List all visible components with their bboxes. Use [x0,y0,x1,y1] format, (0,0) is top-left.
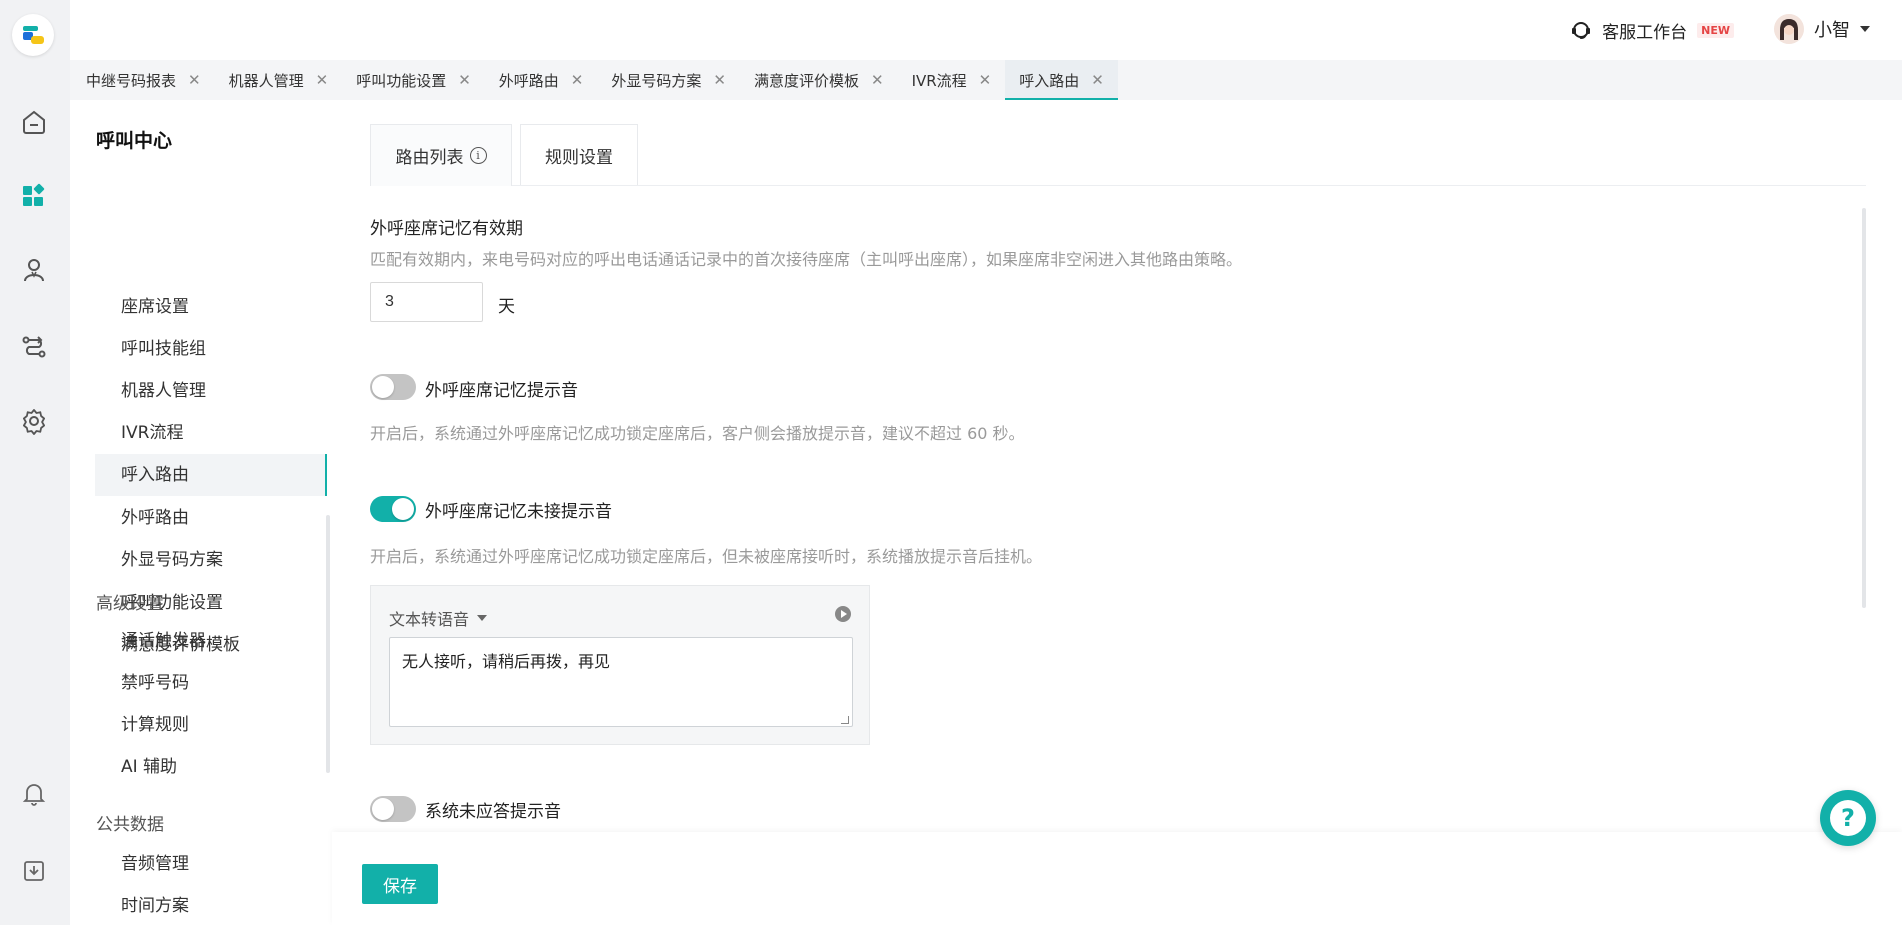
route-icon[interactable] [18,331,50,363]
toggle-knob [372,376,394,398]
tab-label: 中继号码报表 [86,71,177,90]
memory-unanswered-toggle[interactable] [370,496,416,522]
tab-robot-management[interactable]: 机器人管理 ✕ [215,60,343,100]
tab-inbound-routing[interactable]: 呼入路由 ✕ [1005,60,1118,100]
help-button[interactable]: ? [1820,790,1876,846]
memory-validity-label: 外呼座席记忆有效期 [370,219,523,239]
sidebar-item-call-trigger[interactable]: 通话触发器 [95,620,327,662]
home-icon[interactable] [18,106,50,138]
memory-tone-label: 外呼座席记忆提示音 [425,381,578,401]
tab-label: 呼入路由 [1019,71,1080,90]
download-icon[interactable] [18,855,50,887]
memory-days-input[interactable]: 3 [370,282,483,322]
tab-call-function-settings[interactable]: 呼叫功能设置 ✕ [342,60,485,100]
system-unanswered-label: 系统未应答提示音 [425,802,561,822]
sidebar-item-audio-management[interactable]: 音频管理 [95,843,327,885]
sidebar-title: 呼叫中心 [96,130,173,152]
new-badge: NEW [1697,22,1734,38]
tab-label: 呼叫功能设置 [356,71,447,90]
tab-divider [512,185,1866,186]
memory-tone-hint: 开启后，系统通过外呼座席记忆成功锁定座席后，客户侧会播放提示音，建议不超过 60… [370,424,1025,443]
sidebar-item-calc-rules[interactable]: 计算规则 [95,704,327,746]
tab-label: 满意度评价模板 [753,71,859,90]
tab-ivr-flow[interactable]: IVR流程 ✕ [898,60,1006,100]
sidebar-item-blocked-numbers[interactable]: 禁呼号码 [95,662,327,704]
workspace-link[interactable]: 客服工作台 NEW [1570,16,1734,44]
workspace-label: 客服工作台 [1602,22,1688,43]
play-icon[interactable] [835,606,851,622]
sidebar-item-ivr-flow[interactable]: IVR流程 [95,412,327,454]
tts-panel: 文本转语音 无人接听，请稍后再拨，再见 [370,585,870,745]
main-scrollbar[interactable] [1862,208,1866,608]
tab-label: 外呼路由 [498,71,559,90]
sub-sidebar: 呼叫中心 座席设置 呼叫技能组 机器人管理 IVR流程 呼入路由 外呼路由 外显… [70,100,332,925]
info-icon[interactable]: i [469,147,487,164]
toggle-knob [372,798,394,820]
close-icon[interactable]: ✕ [188,71,201,89]
toggle-knob [392,498,414,520]
tab-label: 外显号码方案 [611,71,702,90]
user-name: 小智 [1814,20,1850,41]
settings-icon[interactable] [18,405,50,437]
close-icon[interactable]: ✕ [458,71,471,89]
tab-route-list[interactable]: 路由列表 i [370,124,512,186]
apps-icon[interactable] [18,180,50,212]
close-icon[interactable]: ✕ [979,71,992,89]
tab-label: 机器人管理 [228,71,304,90]
tab-label: IVR流程 [911,71,967,90]
sidebar-scrollbar[interactable] [326,515,330,773]
bell-icon[interactable] [18,778,50,810]
app-logo[interactable] [12,14,54,56]
resize-handle-icon[interactable] [841,716,849,724]
sidebar-item-robot-management[interactable]: 机器人管理 [95,370,327,412]
avatar [1774,14,1804,44]
logo-icon [23,26,44,44]
memory-tone-toggle[interactable] [370,374,416,400]
chevron-down-icon [1860,26,1870,32]
close-icon[interactable]: ✕ [1091,71,1104,89]
footer-bar: 保存 [332,832,1902,925]
sidebar-item-caller-id-scheme[interactable]: 外显号码方案 [95,539,327,581]
user-menu[interactable]: 小智 [1774,14,1870,44]
tab-rule-settings-label: 规则设置 [545,148,613,168]
system-unanswered-toggle[interactable] [370,796,416,822]
app-icon-rail [0,0,70,925]
close-icon[interactable]: ✕ [713,71,726,89]
question-icon: ? [1830,800,1866,836]
sidebar-item-inbound-routing[interactable]: 呼入路由 [95,454,327,496]
sidebar-item-ai-assist[interactable]: AI 辅助 [95,746,327,788]
tab-caller-id-scheme[interactable]: 外显号码方案 ✕ [597,60,740,100]
tab-route-list-label: 路由列表 [395,148,464,168]
tab-rule-settings[interactable]: 规则设置 [520,124,638,186]
top-bar: 客服工作台 NEW 小智 [70,0,1902,60]
sidebar-group-advanced: 高级设置 [96,594,164,614]
sidebar-item-agent-settings[interactable]: 座席设置 [95,286,327,328]
sidebar-item-outbound-routing[interactable]: 外呼路由 [95,497,327,539]
memory-unanswered-hint: 开启后，系统通过外呼座席记忆成功锁定座席后，但未被座席接听时，系统播放提示音后挂… [370,547,1043,566]
close-icon[interactable]: ✕ [871,71,884,89]
save-button[interactable]: 保存 [362,864,438,904]
sidebar-group-public: 公共数据 [96,815,164,835]
tab-satisfaction-template[interactable]: 满意度评价模板 ✕ [740,60,898,100]
sidebar-item-time-scheme[interactable]: 时间方案 [95,885,327,925]
agent-icon[interactable] [18,254,50,286]
close-icon[interactable]: ✕ [571,71,584,89]
tab-trunk-number-report[interactable]: 中继号码报表 ✕ [72,60,215,100]
memory-validity-hint: 匹配有效期内，来电号码对应的呼出电话通话记录中的首次接待座席（主叫呼出座席），如… [370,250,1243,269]
sidebar-item-skill-groups[interactable]: 呼叫技能组 [95,328,327,370]
tts-mode-label: 文本转语音 [389,610,470,629]
memory-unanswered-label: 外呼座席记忆未接提示音 [425,502,612,522]
tts-mode-select[interactable]: 文本转语音 [389,606,488,630]
caret-down-icon [477,615,488,621]
headset-icon [1572,22,1591,39]
close-icon[interactable]: ✕ [316,71,329,89]
tab-outbound-routing[interactable]: 外呼路由 ✕ [485,60,598,100]
open-tabs-bar: 中继号码报表 ✕ 机器人管理 ✕ 呼叫功能设置 ✕ 外呼路由 ✕ 外显号码方案 ✕ 满意度… [70,60,1902,100]
days-unit: 天 [498,297,515,317]
main-panel: 路由列表 i 规则设置 外呼座席记忆有效期 匹配有效期内，来电号码对应的呼出电话… [332,100,1902,925]
tts-textarea[interactable]: 无人接听，请稍后再拨，再见 [389,637,853,727]
